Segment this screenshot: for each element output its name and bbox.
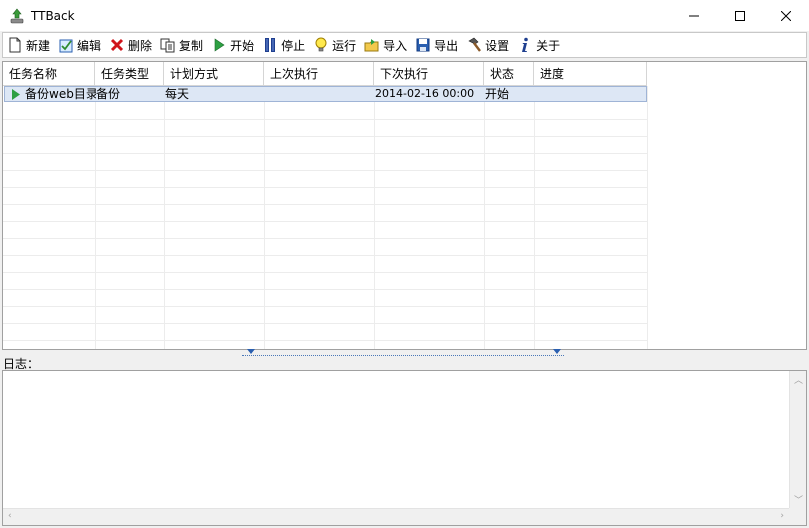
import-label: 导入 bbox=[383, 38, 408, 53]
save-disk-icon bbox=[415, 37, 431, 53]
scroll-down-icon[interactable]: ﹀ bbox=[794, 493, 803, 506]
run-button[interactable]: 运行 bbox=[313, 34, 356, 56]
grid-line bbox=[3, 238, 648, 239]
grid-line bbox=[647, 86, 648, 349]
start-button[interactable]: 开始 bbox=[211, 34, 254, 56]
play-status-icon bbox=[12, 88, 20, 100]
toolbar: 新建 编辑 删除 复制 开始 停止 运行 导入 导出 设置 关于 bbox=[2, 32, 807, 58]
stop-bars-icon bbox=[262, 37, 278, 53]
import-button[interactable]: 导入 bbox=[364, 34, 407, 56]
log-textarea[interactable]: ︿ ﹀ ‹ › bbox=[2, 370, 807, 526]
delete-label: 删除 bbox=[128, 38, 153, 53]
grid-line bbox=[164, 86, 165, 349]
column-header-schedule[interactable]: 计划方式 bbox=[164, 62, 264, 86]
edit-button[interactable]: 编辑 bbox=[58, 34, 101, 56]
maximize-button[interactable] bbox=[717, 0, 763, 31]
grid-line bbox=[3, 255, 648, 256]
lightbulb-icon bbox=[313, 37, 329, 53]
settings-button[interactable]: 设置 bbox=[466, 34, 509, 56]
grid-line bbox=[3, 187, 648, 188]
copy-label: 复制 bbox=[179, 38, 204, 53]
cell-status: 开始 bbox=[485, 87, 510, 101]
edit-label: 编辑 bbox=[77, 38, 102, 53]
run-label: 运行 bbox=[332, 38, 357, 53]
cell-name: 备份web目录 bbox=[5, 87, 96, 101]
grid-line bbox=[3, 340, 648, 341]
about-button[interactable]: 关于 bbox=[517, 34, 560, 56]
grid-line bbox=[264, 86, 265, 349]
vertical-scrollbar[interactable]: ︿ ﹀ bbox=[789, 371, 806, 508]
cell-schedule: 每天 bbox=[165, 87, 190, 101]
splitter-handle[interactable] bbox=[242, 349, 564, 356]
close-button[interactable] bbox=[763, 0, 809, 31]
grid-line bbox=[3, 153, 648, 154]
column-header-next-run[interactable]: 下次执行 bbox=[374, 62, 484, 86]
column-header-last-run[interactable]: 上次执行 bbox=[264, 62, 374, 86]
grid-line bbox=[534, 86, 535, 349]
scroll-left-icon[interactable]: ‹ bbox=[8, 511, 12, 521]
cell-type: 备份 bbox=[96, 87, 121, 101]
copy-icon bbox=[160, 37, 176, 53]
grid-line bbox=[3, 272, 648, 273]
new-label: 新建 bbox=[26, 38, 51, 53]
grid-line bbox=[3, 136, 648, 137]
chevron-down-icon bbox=[247, 349, 255, 354]
close-icon bbox=[781, 10, 791, 21]
play-icon bbox=[211, 37, 227, 53]
grid-line bbox=[3, 323, 648, 324]
task-name: 备份web目录 bbox=[25, 87, 96, 101]
column-header-progress[interactable]: 进度 bbox=[534, 62, 647, 86]
copy-button[interactable]: 复制 bbox=[160, 34, 203, 56]
grid-line bbox=[3, 306, 648, 307]
start-label: 开始 bbox=[230, 38, 255, 53]
grid-line bbox=[3, 170, 648, 171]
column-header-type[interactable]: 任务类型 bbox=[95, 62, 164, 86]
about-label: 关于 bbox=[536, 38, 561, 53]
delete-x-icon bbox=[109, 37, 125, 53]
delete-button[interactable]: 删除 bbox=[109, 34, 152, 56]
grid-line bbox=[3, 119, 648, 120]
cell-last-run bbox=[265, 87, 375, 101]
cell-next-run: 2014-02-16 00:00 bbox=[375, 87, 475, 100]
scroll-right-icon[interactable]: › bbox=[780, 511, 784, 521]
grid-line bbox=[95, 86, 96, 349]
minimize-icon bbox=[689, 15, 699, 16]
column-header-name[interactable]: 任务名称 bbox=[3, 62, 95, 86]
hammer-icon bbox=[466, 37, 482, 53]
stop-label: 停止 bbox=[281, 38, 306, 53]
cell-progress bbox=[535, 87, 646, 101]
log-content bbox=[3, 371, 806, 491]
stop-button[interactable]: 停止 bbox=[262, 34, 305, 56]
edit-check-icon bbox=[58, 37, 74, 53]
scroll-corner bbox=[789, 508, 806, 525]
grid-line bbox=[484, 86, 485, 349]
minimize-button[interactable] bbox=[671, 0, 717, 31]
settings-label: 设置 bbox=[485, 38, 510, 53]
import-folder-icon bbox=[364, 37, 380, 53]
export-label: 导出 bbox=[434, 38, 459, 53]
new-button[interactable]: 新建 bbox=[7, 34, 50, 56]
scroll-up-icon[interactable]: ︿ bbox=[794, 373, 803, 386]
horizontal-scrollbar[interactable]: ‹ › bbox=[3, 508, 789, 525]
new-file-icon bbox=[7, 37, 23, 53]
maximize-icon bbox=[735, 10, 745, 21]
window-title: TTBack bbox=[31, 8, 75, 23]
export-button[interactable]: 导出 bbox=[415, 34, 458, 56]
task-grid[interactable]: 任务名称 任务类型 计划方式 上次执行 下次执行 状态 进度 备份web目录 备… bbox=[2, 61, 807, 350]
grid-line bbox=[374, 86, 375, 349]
column-header-status[interactable]: 状态 bbox=[484, 62, 534, 86]
table-row[interactable]: 备份web目录 备份 每天 2014-02-16 00:00 开始 bbox=[4, 86, 647, 102]
app-icon bbox=[9, 8, 25, 24]
chevron-down-icon bbox=[553, 349, 561, 354]
grid-line bbox=[3, 204, 648, 205]
grid-header: 任务名称 任务类型 计划方式 上次执行 下次执行 状态 进度 bbox=[3, 62, 647, 86]
grid-line bbox=[3, 289, 648, 290]
grid-line bbox=[3, 221, 648, 222]
title-bar: TTBack bbox=[0, 0, 809, 31]
info-icon bbox=[517, 37, 533, 53]
